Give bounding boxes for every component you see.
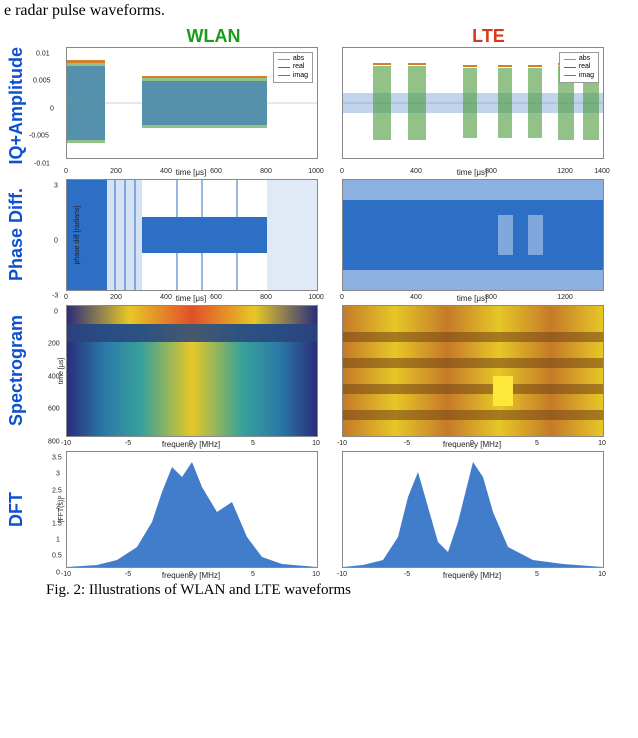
chart-wlan-spec: time [μs] frequency [MHz] -10 -5 0 5 10 …: [32, 305, 316, 437]
chart-lte-phase: time [μs] 0 400 800 1200: [322, 179, 606, 291]
chart-lte-iq: abs real imag time [μs] 0 400 800 1200 1…: [322, 47, 606, 165]
legend-iq-lte: abs real imag: [559, 52, 599, 83]
xlabel: time [μs]: [66, 294, 316, 303]
row-label-dft: DFT: [0, 451, 32, 568]
row-iq: IQ+Amplitude abs: [0, 47, 638, 165]
row-label-phase: Phase Diff.: [0, 179, 32, 291]
col-header-lte: LTE: [351, 26, 626, 47]
ylabel: phase diff [radians]: [74, 205, 81, 264]
top-leading-text: e radar pulse waveforms.: [0, 0, 638, 26]
row-label-spec: Spectrogram: [0, 305, 32, 437]
legend-iq-wlan: abs real imag: [273, 52, 313, 83]
xlabel: time [μs]: [66, 168, 316, 177]
row-label-iq: IQ+Amplitude: [0, 47, 32, 165]
chart-wlan-phase: phase diff [radians] time [μs] 0 200 400…: [32, 179, 316, 291]
col-header-wlan: WLAN: [76, 26, 351, 47]
page: e radar pulse waveforms. WLAN LTE IQ+Amp…: [0, 0, 638, 599]
column-headers: WLAN LTE: [76, 26, 638, 47]
row-phase: Phase Diff.: [0, 179, 638, 291]
row-spectrogram: Spectrogram time [μs] frequency [MHz] -1…: [0, 305, 638, 437]
chart-wlan-iq: abs real imag time [μs] 0 200 400 600 80…: [32, 47, 316, 165]
chart-lte-spec: frequency [MHz] -10 -5 0 5 10: [322, 305, 606, 437]
row-dft: DFT |FFT(s)|² frequency [MHz] -10 -5 0 5…: [0, 451, 638, 568]
chart-wlan-dft: |FFT(s)|² frequency [MHz] -10 -5 0 5 10 …: [32, 451, 316, 568]
chart-lte-dft: frequency [MHz] -10 -5 0 5 10: [322, 451, 606, 568]
